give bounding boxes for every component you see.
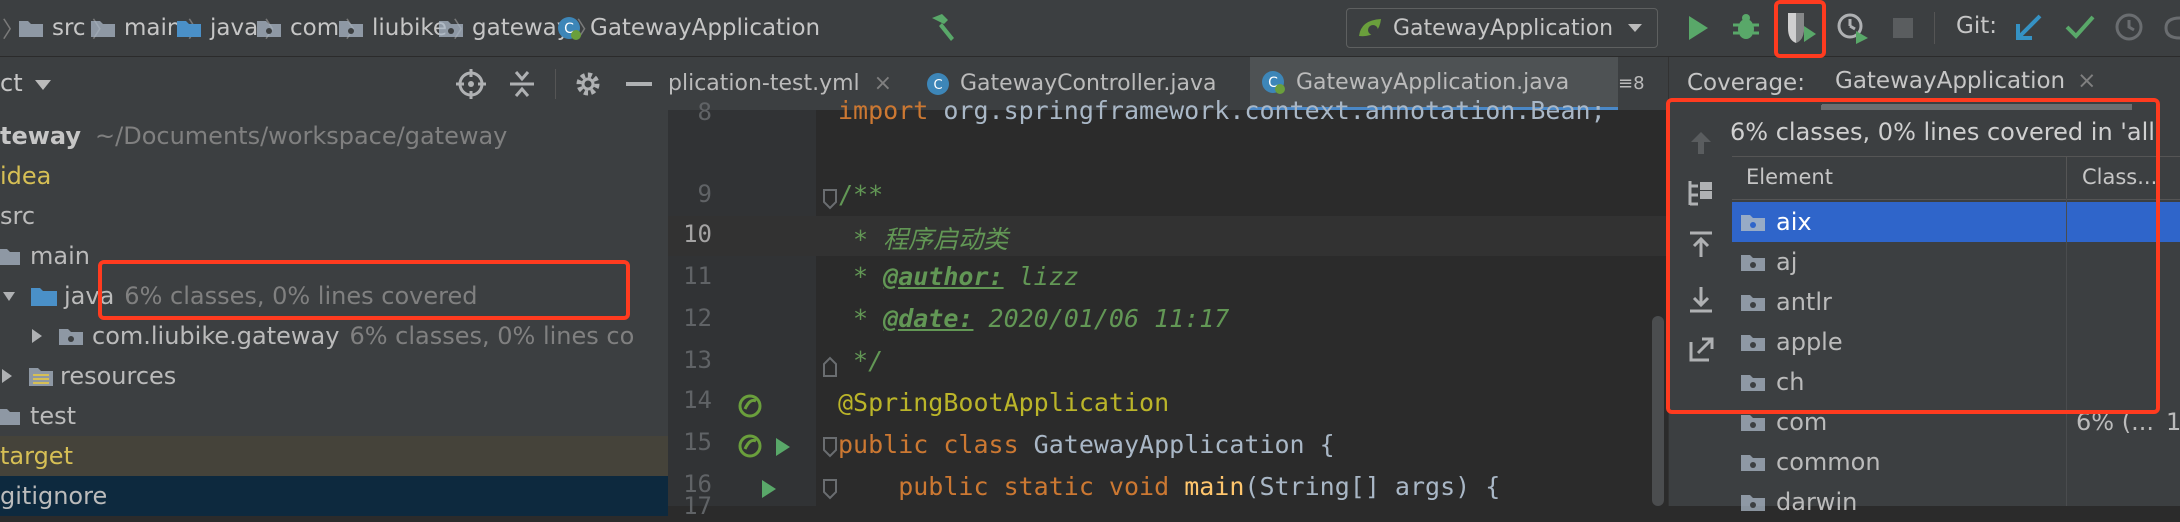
locate-crosshair-icon[interactable] — [455, 68, 487, 100]
tree-row-gitignore[interactable]: gitignore — [0, 476, 668, 516]
package-icon — [257, 21, 281, 37]
tree-row-resources[interactable]: resources — [0, 356, 668, 396]
stop-icon[interactable] — [1892, 17, 1914, 39]
line-number: 12 — [683, 304, 712, 332]
spring-bean-gutter-icon[interactable] — [736, 392, 766, 422]
chevron-down-icon[interactable] — [2, 289, 16, 303]
chevron-down-icon[interactable] — [34, 79, 52, 91]
spring-bean-gutter-icon[interactable] — [736, 432, 766, 462]
tab-overflow-button[interactable]: ≡8 — [1618, 73, 1645, 94]
project-view-label[interactable]: ct — [0, 69, 23, 97]
run-gutter-icon[interactable] — [774, 436, 792, 458]
line-number: 10 — [683, 220, 712, 248]
class-c-icon: C — [927, 72, 949, 95]
run-configuration-dropdown[interactable]: GatewayApplication — [1346, 8, 1658, 48]
breadcrumb-item-gatewayapplication[interactable]: C GatewayApplication — [556, 0, 820, 56]
git-commit-check-icon[interactable] — [2064, 12, 2096, 42]
coverage-row-common[interactable]: common — [1732, 442, 2180, 482]
line-number: 14 — [683, 386, 712, 414]
minimize-icon[interactable] — [626, 82, 652, 86]
folder-icon — [19, 21, 43, 37]
profile-icon[interactable] — [1836, 11, 1870, 45]
svg-text:C: C — [933, 78, 942, 93]
code-line-8: import org.springframework.context.annot… — [838, 96, 1606, 125]
folder-blue-icon — [177, 21, 201, 37]
build-hammer-icon[interactable] — [928, 10, 960, 44]
git-update-arrow-icon[interactable] — [2014, 12, 2044, 42]
package-icon — [59, 329, 83, 345]
resources-folder-icon — [29, 368, 53, 386]
git-rollback-icon[interactable] — [2158, 12, 2180, 42]
folder-icon — [0, 409, 20, 425]
package-icon — [439, 21, 463, 37]
package-icon — [339, 21, 363, 37]
close-icon[interactable]: × — [2077, 68, 2096, 94]
chevron-right-icon[interactable] — [30, 328, 44, 344]
tree-row-src[interactable]: src — [0, 196, 668, 236]
fold-icon[interactable] — [822, 356, 838, 378]
code-line-13: * @date: 2020/01/06 11:17 — [838, 304, 1230, 333]
code-line-10: /** — [838, 180, 884, 209]
line-number: 11 — [683, 262, 712, 290]
header-separator — [555, 69, 556, 99]
tree-row-target[interactable]: target — [0, 436, 668, 476]
tree-row-test[interactable]: test — [0, 396, 668, 436]
git-history-clock-icon[interactable] — [2114, 12, 2144, 42]
package-icon — [1741, 495, 1765, 511]
code-line-16: public class GatewayApplication { — [838, 430, 1335, 459]
fold-icon[interactable] — [822, 436, 838, 458]
code-line-12: * @author: lizz — [838, 262, 1079, 291]
git-label: Git: — [1956, 13, 1997, 39]
chevron-down-icon — [1628, 24, 1642, 32]
annotation-highlight-java-coverage — [98, 260, 630, 320]
current-line-highlight — [668, 216, 1668, 256]
spring-class-icon: C — [1262, 71, 1285, 94]
line-number: 9 — [697, 180, 712, 208]
folder-icon — [91, 21, 115, 37]
fold-icon[interactable] — [822, 188, 838, 210]
spring-boot-icon — [1359, 19, 1381, 37]
close-icon[interactable]: × — [874, 71, 892, 96]
package-icon — [1741, 415, 1765, 431]
folder-blue-icon — [31, 288, 57, 306]
code-line-17: public static void main(String[] args) { — [838, 472, 1501, 501]
code-line-15: @SpringBootApplication — [838, 388, 1170, 417]
line-number: 17 — [683, 492, 712, 520]
code-line-14: */ — [838, 346, 884, 375]
chevron-right-icon[interactable] — [0, 368, 14, 384]
folder-icon — [0, 249, 20, 265]
run-gutter-icon[interactable] — [760, 478, 778, 500]
run-icon[interactable] — [1686, 14, 1710, 42]
toolbar-separator — [1934, 12, 1935, 44]
tree-row-idea[interactable]: idea — [0, 156, 668, 196]
collapse-all-icon[interactable] — [506, 68, 538, 100]
line-number: 8 — [697, 98, 712, 126]
navigation-bar: 〉 src〉 main〉 java〉 com〉 liubike〉 gateway… — [0, 0, 2180, 57]
line-number: 15 — [683, 428, 712, 456]
line-coverage-value: 1 — [2166, 408, 2180, 436]
tree-row-com-liubike-gateway[interactable]: com.liubike.gateway 6% classes, 0% lines… — [0, 316, 668, 356]
gear-icon[interactable] — [572, 68, 604, 100]
spring-class-icon: C — [558, 17, 581, 40]
project-panel-header: ct — [0, 57, 668, 110]
debug-bug-icon[interactable] — [1730, 11, 1762, 43]
coverage-header-label: Coverage: — [1687, 70, 1805, 96]
tree-row-project-root[interactable]: teway ~/Documents/workspace/gateway — [0, 116, 668, 156]
coverage-row-darwin[interactable]: darwin — [1732, 482, 2180, 522]
package-icon — [1741, 455, 1765, 471]
annotation-highlight-coverage-panel — [1666, 98, 2160, 414]
fold-icon[interactable] — [822, 478, 838, 500]
editor-scrollbar[interactable] — [1652, 316, 1664, 506]
annotation-highlight-coverage-button — [1774, 0, 1826, 58]
line-number: 13 — [683, 346, 712, 374]
code-line-11: * 程序启动类 — [838, 225, 1009, 254]
